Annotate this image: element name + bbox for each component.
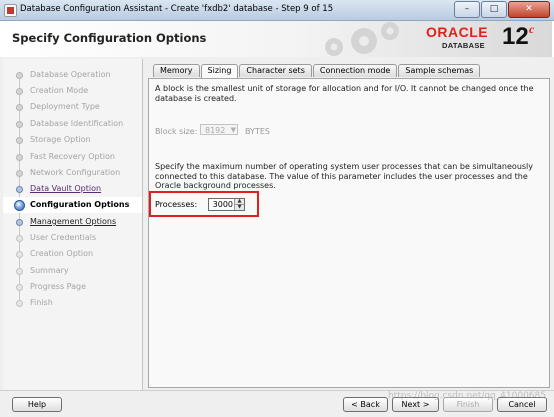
step-dot-icon: [16, 235, 23, 242]
processes-value[interactable]: 3000: [213, 200, 233, 209]
window-titlebar[interactable]: Database Configuration Assistant - Creat…: [0, 0, 554, 21]
back-button[interactable]: < Back: [343, 397, 388, 412]
step-dot-icon: [16, 170, 23, 177]
step-data-vault-option[interactable]: Data Vault Option: [3, 181, 142, 197]
step-label[interactable]: Data Vault Option: [30, 184, 101, 193]
step-dot-icon: [16, 284, 23, 291]
block-size-unit: BYTES: [245, 127, 270, 136]
window-title: Database Configuration Assistant - Creat…: [20, 4, 334, 14]
step-deployment-type: Deployment Type: [3, 99, 142, 115]
step-label: Fast Recovery Option: [30, 152, 115, 161]
step-dot-icon: [16, 137, 23, 144]
step-finish: Finish: [3, 295, 142, 311]
step-label: Summary: [30, 266, 69, 275]
chevron-down-icon: ▼: [230, 126, 236, 134]
step-label: Storage Option: [30, 135, 91, 144]
step-label: Configuration Options: [30, 200, 130, 209]
step-creation-mode: Creation Mode: [3, 83, 142, 99]
main-area: Database Operation Creation Mode Deploym…: [0, 57, 554, 390]
minimize-button[interactable]: –: [454, 1, 480, 18]
version-number: 12: [502, 23, 529, 50]
step-label: Database Operation: [30, 70, 111, 79]
wizard-footer: Help < Back Next > Finish Cancel https:/…: [0, 390, 554, 417]
processes-label: Processes:: [155, 200, 198, 209]
step-database-operation: Database Operation: [3, 67, 142, 83]
sizing-panel: A block is the smallest unit of storage …: [148, 78, 550, 388]
watermark-text: https://blog.csdn.net/qq_41000685: [387, 391, 546, 401]
step-storage-option: Storage Option: [3, 132, 142, 148]
step-creation-option: Creation Option: [3, 246, 142, 262]
gears-decoration-icon: [325, 22, 399, 56]
tab-sizing[interactable]: Sizing: [200, 64, 239, 78]
block-size-label: Block size:: [155, 127, 198, 136]
options-tabs: Memory Sizing Character sets Connection …: [153, 64, 481, 78]
step-dot-icon: [16, 88, 23, 95]
page-header: Specify Configuration Options ORACLE DAT…: [2, 21, 552, 58]
processes-spinner[interactable]: 3000 ▲ ▼: [208, 198, 245, 211]
tab-connection-mode[interactable]: Connection mode: [312, 64, 398, 77]
step-user-credentials: User Credentials: [3, 230, 142, 246]
block-size-description: A block is the smallest unit of storage …: [155, 84, 534, 103]
database-wordmark: DATABASE: [442, 41, 485, 50]
step-network-configuration: Network Configuration: [3, 165, 142, 181]
spinner-down-icon[interactable]: ▼: [234, 205, 244, 210]
step-label[interactable]: Management Options: [30, 217, 116, 226]
tab-sample-schemas[interactable]: Sample schemas: [398, 64, 481, 77]
current-step-icon: [14, 200, 25, 211]
step-dot-icon: [16, 300, 23, 307]
step-dot-icon: [16, 154, 23, 161]
content-area: Memory Sizing Character sets Connection …: [145, 61, 551, 390]
step-label: Creation Mode: [30, 86, 89, 95]
tab-character-sets[interactable]: Character sets: [239, 64, 312, 77]
step-database-identification: Database Identification: [3, 116, 142, 132]
step-label: Creation Option: [30, 249, 94, 258]
step-dot-icon: [16, 268, 23, 275]
step-label: Database Identification: [30, 119, 124, 128]
step-label: Progress Page: [30, 282, 87, 291]
block-size-value: 8192: [205, 126, 226, 135]
processes-description: Specify the maximum number of operating …: [155, 162, 534, 190]
help-button[interactable]: Help: [12, 397, 62, 412]
tab-memory[interactable]: Memory: [153, 64, 200, 77]
step-progress-page: Progress Page: [3, 279, 142, 295]
step-dot-icon: [16, 186, 23, 193]
step-label: Finish: [30, 298, 53, 307]
step-management-options[interactable]: Management Options: [3, 214, 142, 230]
step-summary: Summary: [3, 263, 142, 279]
step-fast-recovery-option: Fast Recovery Option: [3, 149, 142, 165]
step-label: User Credentials: [30, 233, 97, 242]
maximize-button[interactable]: □: [481, 1, 507, 18]
step-dot-icon: [16, 72, 23, 79]
app-icon: [4, 4, 17, 17]
version-letter: c: [529, 22, 535, 36]
window-controls: – □ ✕: [454, 1, 550, 18]
step-dot-icon: [16, 251, 23, 258]
step-configuration-options: Configuration Options: [3, 197, 142, 213]
block-size-select: 8192 ▼: [200, 124, 238, 135]
oracle-logo: ORACLE DATABASE: [426, 24, 489, 50]
step-dot-icon: [16, 121, 23, 128]
oracle-wordmark: ORACLE: [426, 24, 489, 40]
page-title: Specify Configuration Options: [12, 31, 207, 45]
step-label: Network Configuration: [30, 168, 121, 177]
step-label: Deployment Type: [30, 102, 100, 111]
step-dot-icon: [16, 104, 23, 111]
step-dot-icon: [16, 219, 23, 226]
steps-sidebar: Database Operation Creation Mode Deploym…: [3, 59, 143, 390]
close-window-button[interactable]: ✕: [508, 1, 550, 18]
